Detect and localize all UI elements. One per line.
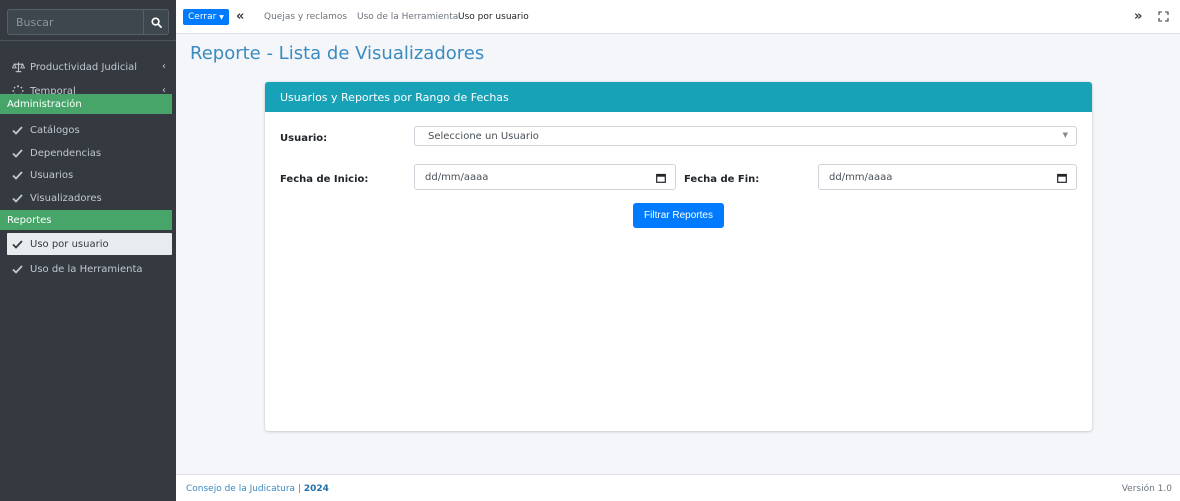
sidebar-divider xyxy=(0,40,176,41)
calendar-icon[interactable] xyxy=(1057,173,1067,186)
check-icon xyxy=(12,264,30,274)
check-icon xyxy=(12,170,30,180)
footer: Consejo de la Judicatura | 2024 Versión … xyxy=(176,474,1180,501)
check-icon xyxy=(12,125,30,135)
footer-copyright: Consejo de la Judicatura | 2024 xyxy=(186,484,329,494)
caret-down-icon: ▼ xyxy=(1062,131,1068,139)
fecha-fin-value: dd/mm/aaaa xyxy=(829,171,893,183)
search-input[interactable] xyxy=(7,9,143,35)
search-icon xyxy=(150,16,162,28)
fecha-fin-label: Fecha de Fin: xyxy=(684,174,760,185)
page-title: Reporte - Lista de Visualizadores xyxy=(190,43,485,64)
tab-uso-herramienta[interactable]: Uso de la Herramienta xyxy=(357,12,458,22)
section-header-reportes: Reportes xyxy=(0,210,172,230)
sidebar-item-uso-por-usuario[interactable]: Uso por usuario xyxy=(7,233,172,255)
sidebar-item-dependencias[interactable]: Dependencias xyxy=(0,142,176,164)
sidebar-item-catalogos[interactable]: Catálogos xyxy=(0,119,176,141)
check-icon xyxy=(12,239,30,249)
usuario-select-value: Seleccione un Usuario xyxy=(428,130,539,142)
sidebar-item-usuarios[interactable]: Usuarios xyxy=(0,164,176,186)
sidebar-item-label: Usuarios xyxy=(30,169,74,181)
filter-card: Usuarios y Reportes por Rango de Fechas … xyxy=(265,82,1092,431)
chevron-left-icon: ‹ xyxy=(162,61,166,72)
sidebar: Productividad Judicial ‹ Temporal ‹ Admi… xyxy=(0,0,176,501)
footer-year: 2024 xyxy=(303,484,329,494)
calendar-icon[interactable] xyxy=(656,173,666,186)
check-icon xyxy=(12,193,30,203)
footer-org: Consejo de la Judicatura | xyxy=(186,484,304,494)
filtrar-reportes-button[interactable]: Filtrar Reportes xyxy=(633,203,724,228)
cerrar-label: Cerrar xyxy=(188,12,217,22)
search-button[interactable] xyxy=(143,9,169,35)
sidebar-item-visualizadores[interactable]: Visualizadores xyxy=(0,187,176,209)
sidebar-item-label: Uso de la Herramienta xyxy=(30,263,143,275)
fecha-inicio-input[interactable]: dd/mm/aaaa xyxy=(414,164,676,190)
sidebar-item-label: Catálogos xyxy=(30,124,80,136)
check-icon xyxy=(12,148,30,158)
balance-scale-icon xyxy=(12,61,30,73)
section-header-administracion: Administración xyxy=(0,94,172,114)
usuario-select[interactable]: Seleccione un Usuario ▼ xyxy=(414,126,1077,146)
topbar: Cerrar ▼ « Quejas y reclamos Uso de la H… xyxy=(176,0,1180,34)
card-header: Usuarios y Reportes por Rango de Fechas xyxy=(265,82,1092,112)
fecha-fin-input[interactable]: dd/mm/aaaa xyxy=(818,164,1077,190)
fecha-inicio-value: dd/mm/aaaa xyxy=(425,171,489,183)
fecha-inicio-label: Fecha de Inicio: xyxy=(280,174,369,185)
usuario-label: Usuario: xyxy=(280,133,328,144)
sidebar-item-uso-herramienta[interactable]: Uso de la Herramienta xyxy=(0,258,176,280)
cerrar-dropdown-button[interactable]: Cerrar ▼ xyxy=(183,9,229,25)
sidebar-item-label: Visualizadores xyxy=(30,192,102,204)
fullscreen-icon[interactable] xyxy=(1158,11,1169,25)
tab-uso-por-usuario[interactable]: Uso por usuario xyxy=(458,12,529,22)
sidebar-item-label: Uso por usuario xyxy=(30,238,109,250)
double-chevron-right-icon[interactable]: » xyxy=(1134,9,1142,24)
sidebar-item-label: Dependencias xyxy=(30,147,102,159)
footer-version: Versión 1.0 xyxy=(1121,484,1172,494)
double-chevron-left-icon[interactable]: « xyxy=(236,9,244,24)
sidebar-item-productividad[interactable]: Productividad Judicial ‹ xyxy=(0,56,176,78)
tab-quejas[interactable]: Quejas y reclamos xyxy=(264,12,347,22)
caret-down-icon: ▼ xyxy=(219,13,224,21)
sidebar-search xyxy=(7,9,169,35)
sidebar-item-label: Productividad Judicial xyxy=(30,61,138,73)
